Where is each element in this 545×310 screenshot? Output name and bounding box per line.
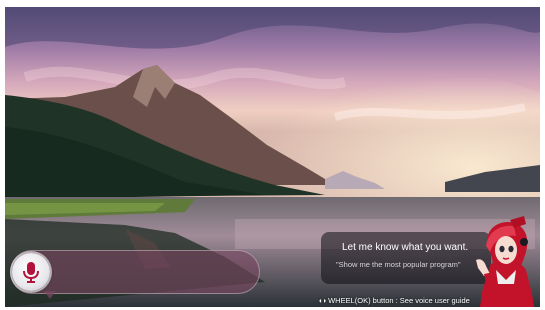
wheel-button-icon: ◖◗ [318,296,328,305]
voice-guide-text: WHEEL(OK) button : See voice user guide [328,296,470,305]
microphone-icon [23,262,39,283]
microphone-button[interactable] [12,253,50,291]
voice-guide-hint: ◖◗ WHEEL(OK) button : See voice user gui… [318,296,470,305]
assistant-avatar-icon [476,216,534,307]
voice-bar-tail [44,291,56,299]
